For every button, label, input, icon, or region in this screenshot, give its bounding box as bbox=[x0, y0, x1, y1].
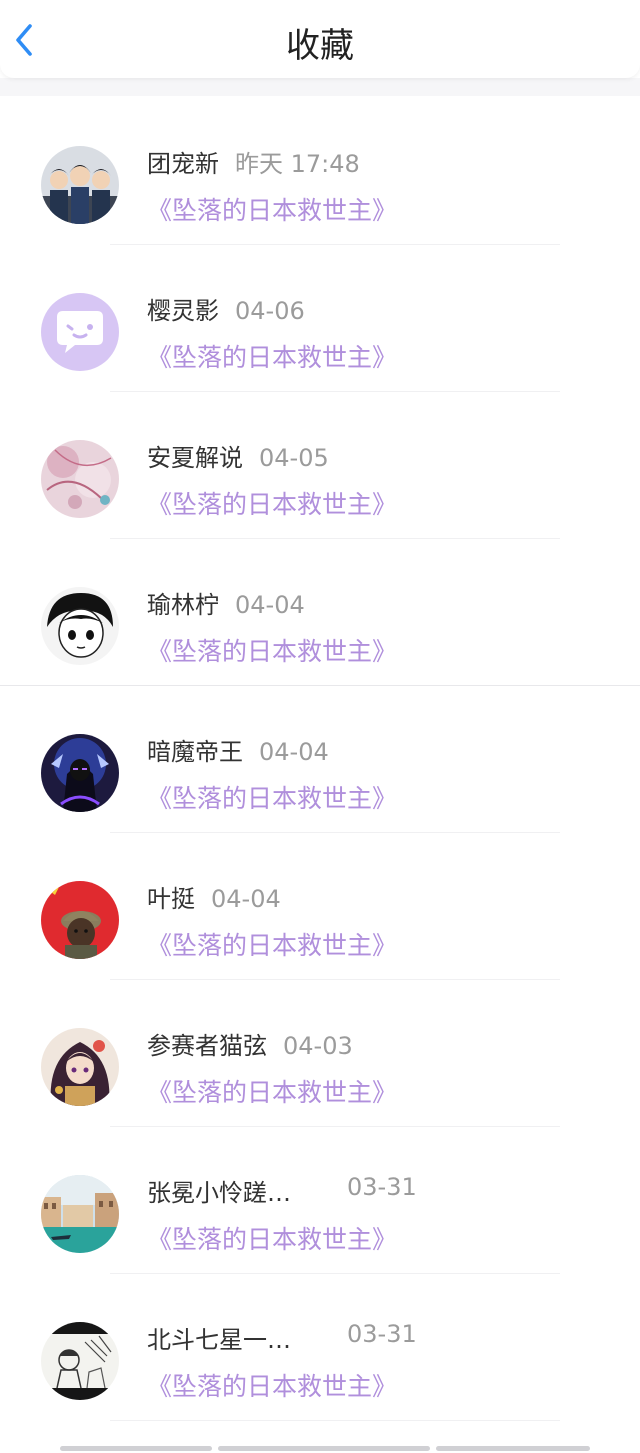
header-gap bbox=[0, 78, 640, 96]
list-item[interactable]: 张冕小怜蹉… 03-31 《坠落的日本救世主》 bbox=[0, 1125, 640, 1274]
work-title-link[interactable]: 《坠落的日本救世主》 bbox=[147, 632, 397, 668]
user-name: 安夏解说 04-05 bbox=[147, 444, 329, 472]
timestamp: 昨天 17:48 bbox=[235, 150, 360, 178]
user-name: 樱灵影 04-06 bbox=[147, 297, 305, 325]
list-item[interactable]: 北斗七星一… 03-31 《坠落的日本救世主》 bbox=[0, 1272, 640, 1421]
list-item[interactable]: 团宠新 昨天 17:48 《坠落的日本救世主》 bbox=[0, 96, 640, 245]
timestamp: 04-04 bbox=[259, 738, 329, 766]
list-item[interactable]: 安夏解说 04-05 《坠落的日本救世主》 bbox=[0, 390, 640, 539]
user-name: 张冕小怜蹉… bbox=[147, 1179, 291, 1207]
timestamp: 04-04 bbox=[211, 885, 281, 913]
user-name: 暗魔帝王 04-04 bbox=[147, 738, 329, 766]
bottom-bar-segment bbox=[218, 1446, 430, 1451]
anime-trio-avatar[interactable] bbox=[41, 146, 119, 224]
bottom-bar-segment bbox=[436, 1446, 590, 1451]
venice-canal-avatar[interactable] bbox=[41, 1175, 119, 1253]
user-name: 北斗七星一… bbox=[147, 1326, 291, 1354]
chat-bubble-avatar[interactable] bbox=[41, 293, 119, 371]
work-title-link[interactable]: 《坠落的日本救世主》 bbox=[147, 191, 397, 227]
work-title-link[interactable]: 《坠落的日本救世主》 bbox=[147, 779, 397, 815]
timestamp: 04-04 bbox=[235, 591, 305, 619]
timestamp: 03-31 bbox=[347, 1320, 417, 1348]
page-title: 收藏 bbox=[286, 26, 354, 66]
bottom-bar-segment bbox=[60, 1446, 212, 1451]
timestamp: 04-06 bbox=[235, 297, 305, 325]
anime-girl-avatar[interactable] bbox=[41, 1028, 119, 1106]
soldier-red-avatar[interactable] bbox=[41, 881, 119, 959]
sketch-avatar[interactable] bbox=[41, 1322, 119, 1400]
list-item[interactable]: 瑜林柠 04-04 《坠落的日本救世主》 bbox=[0, 537, 640, 686]
work-title-link[interactable]: 《坠落的日本救世主》 bbox=[147, 338, 397, 374]
work-title-link[interactable]: 《坠落的日本救世主》 bbox=[147, 1073, 397, 1109]
divider bbox=[110, 1420, 560, 1421]
pink-abstract-avatar[interactable] bbox=[41, 440, 119, 518]
user-name: 瑜林柠 04-04 bbox=[147, 591, 305, 619]
timestamp: 03-31 bbox=[347, 1173, 417, 1201]
timestamp: 04-05 bbox=[259, 444, 329, 472]
list-item[interactable]: 樱灵影 04-06 《坠落的日本救世主》 bbox=[0, 243, 640, 392]
dark-warrior-avatar[interactable] bbox=[41, 734, 119, 812]
list-item[interactable]: 参赛者猫弦 04-03 《坠落的日本救世主》 bbox=[0, 978, 640, 1127]
work-title-link[interactable]: 《坠落的日本救世主》 bbox=[147, 926, 397, 962]
work-title-link[interactable]: 《坠落的日本救世主》 bbox=[147, 485, 397, 521]
manga-boy-avatar[interactable] bbox=[41, 587, 119, 665]
nav-header: 收藏 bbox=[0, 0, 640, 78]
list-item[interactable]: 暗魔帝王 04-04 《坠落的日本救世主》 bbox=[0, 684, 640, 833]
work-title-link[interactable]: 《坠落的日本救世主》 bbox=[147, 1367, 397, 1403]
list-item[interactable]: 叶挺 04-04 《坠落的日本救世主》 bbox=[0, 831, 640, 980]
work-title-link[interactable]: 《坠落的日本救世主》 bbox=[147, 1220, 397, 1256]
timestamp: 04-03 bbox=[283, 1032, 353, 1060]
user-name: 参赛者猫弦 04-03 bbox=[147, 1032, 353, 1060]
user-name: 叶挺 04-04 bbox=[147, 885, 281, 913]
user-name: 团宠新 昨天 17:48 bbox=[147, 150, 360, 178]
favorites-list: 团宠新 昨天 17:48 《坠落的日本救世主》 樱灵影 04-06 《坠落的日本救世… bbox=[0, 96, 640, 1421]
